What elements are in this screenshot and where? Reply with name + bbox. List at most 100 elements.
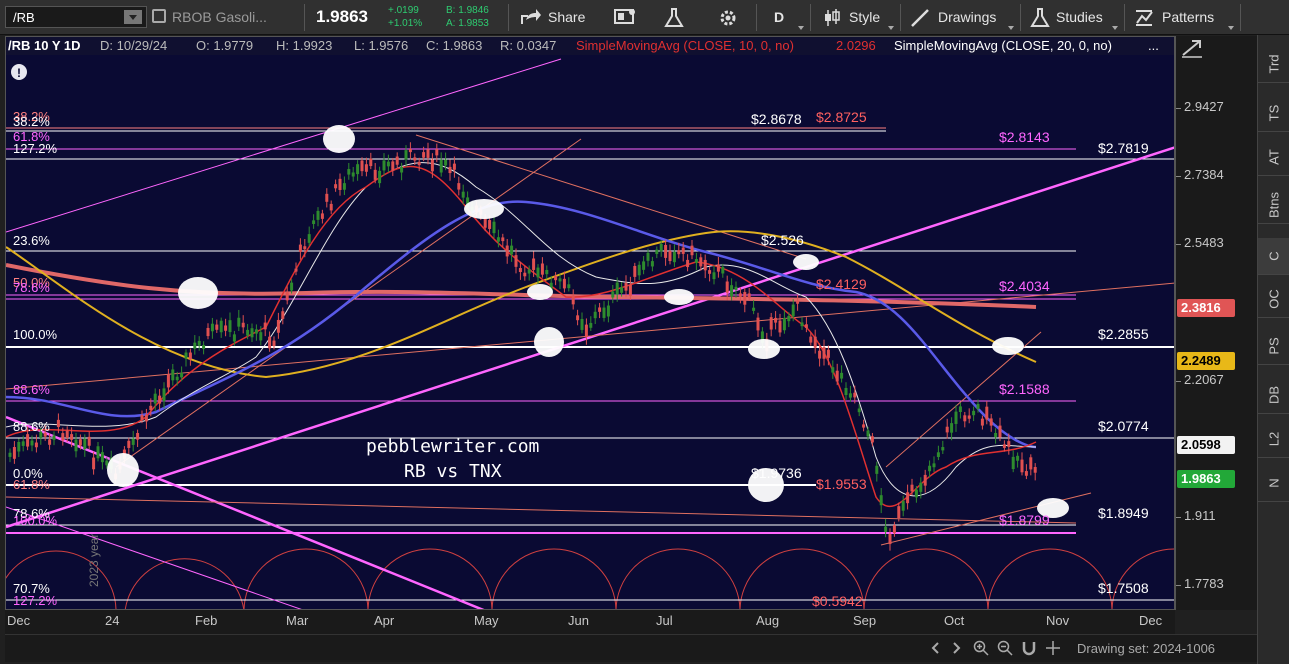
tab-dynamic-buttons[interactable]: DB [1258, 377, 1289, 414]
candle-body [435, 149, 439, 156]
candle-body [92, 457, 96, 470]
drawings-button[interactable]: Drawings [906, 0, 1016, 34]
magnet-icon[interactable] [1021, 640, 1037, 656]
candle-body [879, 495, 883, 506]
month-label: Dec [7, 613, 31, 628]
month-label: Aug [756, 613, 780, 628]
price-chart[interactable]: 38.2% 38.2% 61.8% 127.2% 23.6% 50.0% 78.… [5, 36, 1175, 610]
tab-option-chain[interactable]: OC [1258, 281, 1289, 318]
candle-body [422, 152, 426, 158]
zoom-in-icon[interactable] [973, 640, 989, 656]
month-label: Apr [374, 613, 395, 628]
candle-body [61, 433, 65, 441]
candle-body [646, 252, 650, 261]
price-tick: 2.9427 [1184, 99, 1224, 114]
crosshair-icon[interactable] [1045, 640, 1061, 656]
style-button[interactable]: Style [816, 0, 896, 34]
price-tick: 2.2067 [1184, 372, 1224, 387]
candle-body [976, 403, 980, 409]
candle-body [813, 336, 817, 348]
candle-body [554, 275, 558, 281]
chart-setup-button[interactable] [650, 0, 700, 34]
candle-body [892, 525, 896, 534]
price-label: $2.2855 [1098, 326, 1149, 342]
toolbar-divider [810, 4, 811, 31]
zoom-out-icon[interactable] [997, 640, 1013, 656]
candle-body [74, 439, 78, 452]
tab-product-depth[interactable]: PS [1258, 328, 1289, 365]
candle-body [426, 149, 430, 158]
sma20-legend[interactable]: SimpleMovingAvg (CLOSE, 20, 0, no) [894, 38, 1112, 53]
candle-body [642, 261, 646, 270]
candle-body [747, 293, 751, 298]
candle-body [540, 263, 544, 275]
scroll-right-icon[interactable] [949, 641, 963, 655]
tab-active-trader[interactable]: AT [1258, 139, 1289, 176]
month-label: Sep [853, 613, 877, 628]
candle-body [276, 319, 280, 333]
fib-label: 78.6% [13, 280, 50, 295]
sma200-badge: 2.3816 [1177, 299, 1235, 317]
link-icon[interactable] [152, 9, 166, 23]
candle-body [378, 170, 382, 184]
candle-body [171, 369, 175, 381]
sma10-legend[interactable]: SimpleMovingAvg (CLOSE, 10, 0, no) [576, 38, 794, 53]
settings-button[interactable] [706, 0, 752, 34]
time-axis[interactable]: Dec 24 Feb Mar Apr May Jun Jul Aug Sep O… [5, 610, 1175, 634]
candle-body [373, 169, 377, 180]
patterns-icon [1136, 10, 1153, 26]
candle-body [158, 395, 162, 404]
toolbar-divider [900, 4, 901, 31]
price-axis[interactable]: 2.9427 2.7384 2.5483 2.3816 2.2489 2.206… [1175, 36, 1257, 610]
candle-body [677, 250, 681, 255]
tab-label: Trd [1266, 54, 1282, 74]
candle-body [690, 245, 694, 256]
candle-body [417, 161, 421, 166]
month-label: Dec [1139, 613, 1163, 628]
flexible-grid-button[interactable] [606, 0, 644, 34]
net-change: +.0199 [388, 5, 419, 16]
candle-body [901, 501, 905, 511]
candle-body [83, 438, 87, 450]
studies-button[interactable]: Studies [1026, 0, 1120, 34]
drawing-set-label[interactable]: Drawing set: 2024-1006 [1077, 641, 1215, 656]
candle-body [972, 410, 976, 416]
symbol-text[interactable]: /RB [13, 10, 35, 25]
candle-body [408, 148, 412, 153]
legend-more[interactable]: ... [1148, 38, 1159, 53]
candle-body [809, 336, 813, 343]
candle-body [598, 307, 602, 312]
candle-body [686, 259, 690, 268]
tab-level-two[interactable]: L2 [1258, 421, 1289, 458]
candle-body [448, 166, 452, 174]
fib-levels [6, 127, 1174, 601]
candle-body [329, 203, 333, 211]
status-bar: Drawing set: 2024-1006 [5, 634, 1257, 662]
chart-canvas[interactable]: 38.2% 38.2% 61.8% 127.2% 23.6% 50.0% 78.… [6, 37, 1175, 610]
fib-label: 127.2% [13, 593, 58, 608]
pencil-line-icon [911, 9, 929, 27]
gear-icon [720, 10, 736, 26]
tab-buttons[interactable]: Btns [1258, 187, 1289, 224]
price-tick: 1.7783 [1184, 576, 1224, 591]
highlight-markers [107, 125, 1069, 518]
scroll-left-icon[interactable] [929, 641, 943, 655]
expand-icon[interactable] [1180, 38, 1204, 58]
symbol-selector[interactable]: /RB [5, 6, 147, 28]
aggregation-button[interactable]: D [762, 0, 806, 34]
patterns-button[interactable]: Patterns [1130, 0, 1236, 34]
tab-trade[interactable]: Trd [1258, 46, 1289, 83]
candle-body [800, 322, 804, 327]
candle-body [611, 291, 615, 298]
candle-body [668, 250, 672, 262]
tab-time-sales[interactable]: TS [1258, 95, 1289, 132]
symbol-dropdown-icon[interactable] [124, 10, 142, 24]
bid-price: B: 1.9846 [446, 5, 489, 16]
bar-high: H: 1.9923 [276, 38, 333, 53]
candle-body [400, 167, 404, 173]
candle-body [65, 430, 69, 438]
share-button[interactable]: Share [514, 0, 600, 34]
info-icon[interactable]: ! [11, 64, 27, 80]
tab-news[interactable]: N [1258, 465, 1289, 502]
tab-chart[interactable]: C [1258, 238, 1289, 275]
